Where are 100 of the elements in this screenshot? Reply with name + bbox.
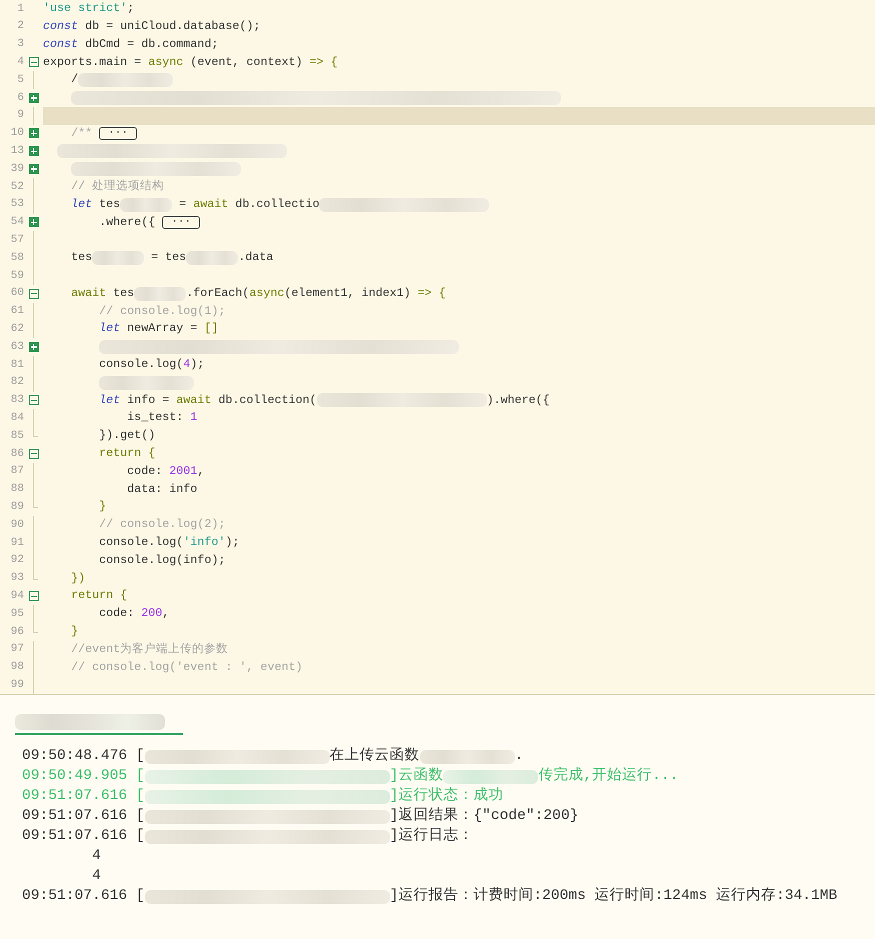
code-text: /	[71, 71, 78, 88]
log-text: 09:51:07.616 [	[22, 787, 145, 806]
line-number: 62	[10, 322, 24, 337]
code-text: let tes	[71, 196, 120, 213]
code-text: .data	[238, 249, 274, 266]
line-number: 87	[10, 464, 24, 480]
expand-icon[interactable]	[28, 128, 38, 138]
line-number: 4	[16, 55, 24, 70]
log-text: .	[514, 747, 524, 766]
line-number: 86	[10, 446, 24, 462]
code-text: ).where({	[486, 392, 550, 409]
code-line: }	[71, 623, 78, 640]
collapse-icon[interactable]	[28, 57, 38, 68]
line-number: 63	[10, 340, 24, 355]
line-number: 58	[10, 250, 24, 266]
line-number: 1	[16, 2, 24, 17]
line-number: 52	[10, 180, 24, 195]
line-number: 91	[10, 536, 24, 551]
expand-icon[interactable]	[28, 342, 38, 352]
line-number: 95	[10, 606, 24, 622]
code-line: code: 200,	[99, 605, 170, 622]
line-number: 96	[10, 624, 24, 640]
code-line: // console.log('event : ', event)	[71, 658, 303, 676]
code-text: .where({	[99, 214, 156, 231]
line-number: 54	[10, 215, 24, 230]
line-number: 39	[10, 162, 24, 177]
line-number: 84	[10, 410, 24, 426]
line-number: 53	[10, 197, 24, 212]
code-line: }	[99, 498, 106, 516]
expand-icon[interactable]	[28, 146, 38, 156]
code-line: return {	[99, 445, 156, 462]
redacted-block	[92, 251, 144, 266]
line-number: 3	[16, 37, 24, 52]
log-text: 在上传云函数	[330, 746, 420, 766]
expand-icon[interactable]	[28, 217, 38, 228]
code-text: tes	[71, 249, 92, 266]
log-text: 09:50:49.905 [	[22, 767, 145, 786]
code-line: // console.log(2);	[99, 516, 226, 534]
line-number: 90	[10, 518, 24, 533]
line-number: 88	[10, 482, 24, 498]
line-number: 98	[10, 660, 24, 676]
code-text: /**	[71, 124, 94, 142]
line-number: 6	[16, 90, 24, 106]
code-line: data: info	[127, 480, 198, 498]
log-text: ]运行报告：计费时间:200ms 运行时间:124ms 运行内存:34.1MB	[390, 886, 838, 906]
expand-icon[interactable]	[28, 92, 38, 103]
code-line: const dbCmd = db.command;	[43, 36, 218, 53]
code-text: = await db.collectio	[178, 196, 320, 213]
line-number: 60	[10, 286, 24, 302]
code-line: return {	[71, 587, 128, 604]
collapse-icon[interactable]	[28, 448, 38, 459]
line-number: 83	[10, 393, 24, 408]
collapse-icon[interactable]	[28, 288, 38, 299]
code-line: })	[71, 570, 86, 587]
log-line: 4	[92, 847, 101, 866]
line-number: 10	[10, 126, 24, 142]
line-number: 89	[10, 500, 24, 515]
redacted-block	[120, 198, 172, 212]
code-line: code: 2001,	[127, 462, 204, 480]
code-line: // 处理选项结构	[71, 178, 164, 196]
code-text: let info = await db.collection(	[99, 392, 317, 409]
code-text: .forEach(async(element1, index1) => {	[186, 284, 446, 302]
code-line: console.log(4);	[99, 356, 204, 374]
collapse-icon[interactable]	[28, 395, 38, 406]
log-text: 09:50:48.476 [	[22, 747, 145, 766]
code-line: let newArray = []	[99, 320, 218, 338]
line-number: 99	[10, 678, 24, 693]
code-text: await tes	[71, 284, 134, 302]
log-text: 09:51:07.616 [	[22, 807, 145, 826]
collapse-icon[interactable]	[28, 591, 38, 602]
line-number: 61	[10, 304, 24, 320]
expand-icon[interactable]	[28, 164, 38, 174]
log-text: 09:51:07.616 [	[22, 887, 145, 906]
code-line: console.log(info);	[99, 552, 226, 569]
code-line: }).get()	[99, 427, 156, 444]
line-number: 85	[10, 428, 24, 444]
folded-code-button[interactable]: ···	[99, 126, 137, 140]
line-number: 5	[16, 72, 24, 88]
code-text: = tes	[150, 249, 186, 266]
code-line: is_test: 1	[127, 409, 198, 426]
code-line: const db = uniCloud.database();	[43, 18, 260, 35]
log-text: 09:51:07.616 [	[22, 827, 145, 846]
code-line: //event为客户端上传的参数	[71, 640, 228, 658]
folded-code-button[interactable]: ···	[162, 216, 200, 229]
code-line: 'use strict';	[43, 0, 134, 18]
code-line: console.log('info');	[99, 534, 240, 552]
code-line: exports.main = async (event, context) => {	[43, 54, 338, 71]
line-number: 59	[10, 268, 24, 284]
line-number: 92	[10, 553, 24, 568]
code-line: // console.log(1);	[99, 302, 226, 320]
line-number: 57	[10, 233, 24, 248]
log-line: 4	[92, 867, 101, 886]
redacted-block	[186, 251, 238, 266]
log-text: ]运行状态：成功	[390, 786, 504, 806]
redacted-block	[134, 286, 186, 301]
line-number: 94	[10, 588, 24, 604]
line-number: 82	[10, 375, 24, 390]
line-number: 2	[16, 19, 24, 34]
line-number: 13	[10, 144, 24, 160]
log-text: ]运行日志：	[390, 826, 474, 846]
